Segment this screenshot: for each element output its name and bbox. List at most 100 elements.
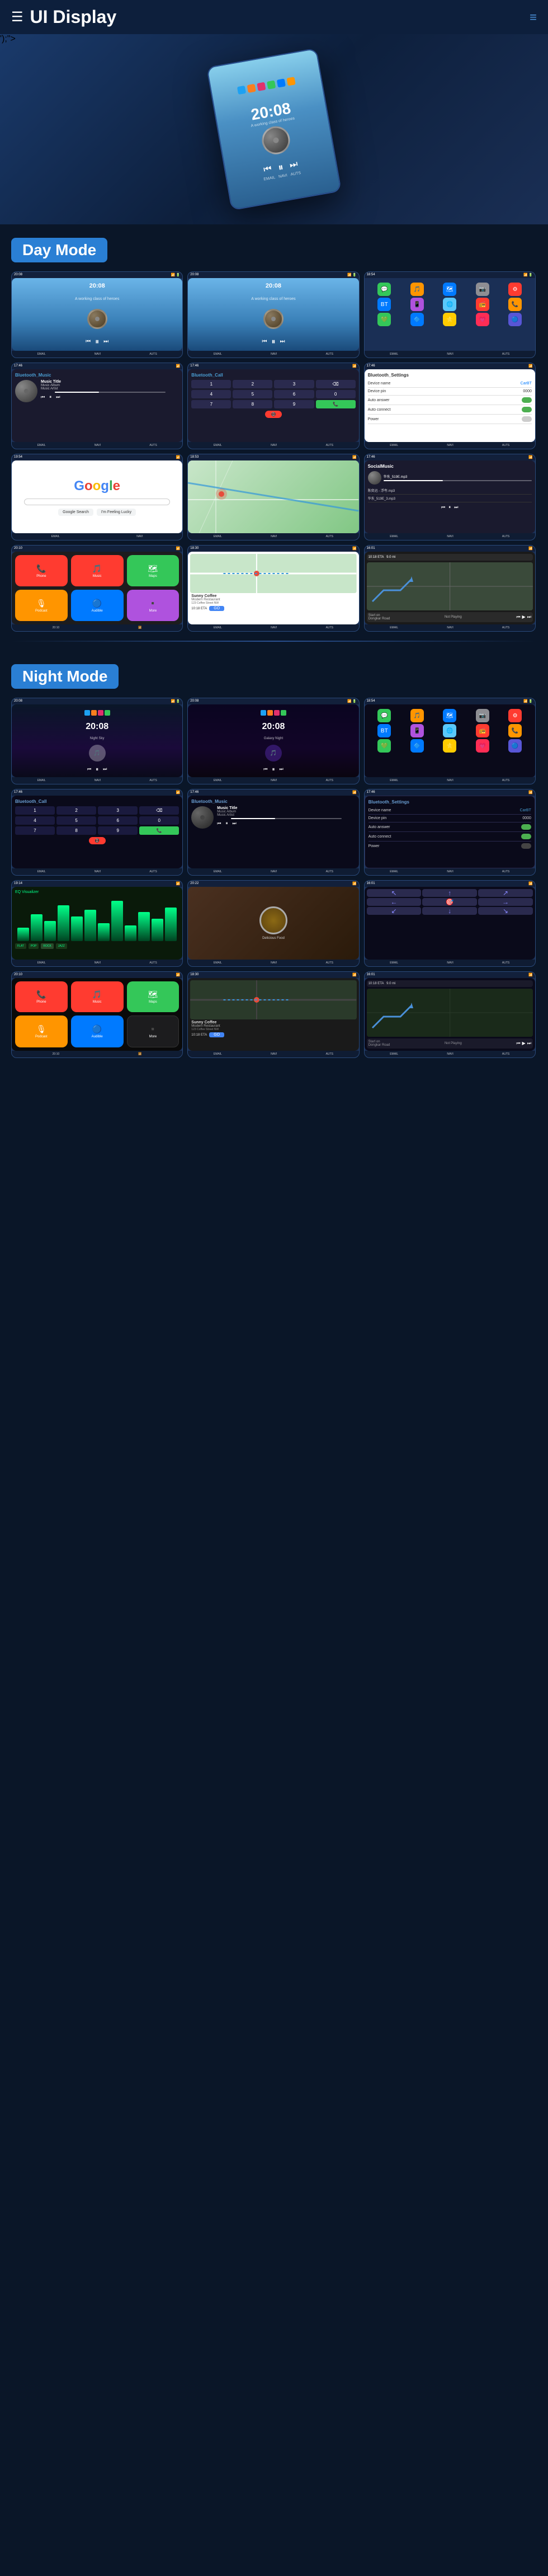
app-icon-photo[interactable]: 📷 [476,283,489,296]
night-carplay-phone[interactable]: 📞Phone [15,981,68,1012]
end-call-btn[interactable]: 📵 [265,411,282,418]
social-item2[interactable]: 华东_519E_3.mp3 [368,495,532,502]
app-icon-app2[interactable]: 🌐 [443,298,456,311]
app-icon-app9[interactable]: 🔵 [508,313,522,326]
carplay-podcast[interactable]: 🎙Podcast [15,590,68,621]
night-app-6[interactable]: BT [377,724,391,737]
prev-icon2[interactable]: ⏮ [262,339,267,345]
app-icon-app5[interactable]: 💚 [377,313,391,326]
key-3[interactable]: 3 [274,380,314,388]
app-icon-app7[interactable]: ⭐ [443,313,456,326]
app-icon-settings[interactable]: ⚙ [508,283,522,296]
carplay-more[interactable]: ▪️More [127,590,179,621]
auto-answer-toggle[interactable] [522,397,532,403]
night-nav-play[interactable]: ▶ [522,1041,526,1046]
app-icon-bt[interactable]: BT [377,298,391,311]
night-key-6[interactable]: 6 [98,816,138,825]
nav-arrow-down-right[interactable]: ↘ [478,907,533,915]
night-key-del[interactable]: ⌫ [139,806,179,815]
night-carplay-podcast[interactable]: 🎙Podcast [15,1016,68,1047]
nav-arrow-up[interactable]: ↑ [422,889,477,897]
bt-play-btn[interactable]: ⏸ [49,394,51,400]
night-app-7[interactable]: 📱 [410,724,424,737]
night-carplay-more[interactable]: ▪️More [127,1016,179,1047]
night-play1[interactable]: ⏸ [96,767,98,773]
night-app-1[interactable]: 💬 [377,709,391,722]
carplay-apple[interactable]: 🔵Audible [71,590,124,621]
google-feeling-btn[interactable]: I'm Feeling Lucky [97,509,136,516]
night-key-1[interactable]: 1 [15,806,55,815]
key-1[interactable]: 1 [191,380,231,388]
app-icon-app3[interactable]: 📻 [476,298,489,311]
carplay-maps[interactable]: 🗺Maps [127,555,179,586]
night-app-10[interactable]: 📞 [508,724,522,737]
night-prev1[interactable]: ⏮ [87,767,91,773]
next-icon1[interactable]: ⏭ [103,339,108,345]
power-toggle[interactable] [522,416,532,422]
key-0[interactable]: 0 [316,390,356,398]
night-next2[interactable]: ⏭ [279,767,283,773]
play-btn[interactable]: ⏸ [277,161,285,173]
app-icon-app6[interactable]: 🔷 [410,313,424,326]
key-8[interactable]: 8 [233,400,272,408]
nav-play[interactable]: ▶ [522,614,526,620]
key-2[interactable]: 2 [233,380,272,388]
night-nav-next[interactable]: ⏭ [527,1041,531,1046]
night-bt-play[interactable]: ⏸ [226,821,228,826]
play-icon1[interactable]: ⏸ [95,337,99,346]
night-bt-prev[interactable]: ⏮ [217,821,221,826]
night-key-9[interactable]: 9 [98,826,138,835]
night-end-call-btn[interactable]: 📵 [89,837,106,844]
nav-arrow-center[interactable]: 🎯 [422,898,477,906]
key-del[interactable]: ⌫ [316,380,356,388]
night-bt-next[interactable]: ⏭ [233,821,237,826]
play-icon2[interactable]: ⏸ [271,337,275,346]
eq-preset-flat[interactable]: FLAT [15,943,26,949]
next-btn[interactable]: ⏭ [289,159,299,171]
auto-connect-toggle[interactable] [522,407,532,412]
nav-prev[interactable]: ⏮ [516,614,520,620]
bt-prev-btn[interactable]: ⏮ [41,394,45,400]
carplay-music[interactable]: 🎵Music [71,555,124,586]
key-4[interactable]: 4 [191,390,231,398]
app-icon-app8[interactable]: 💗 [476,313,489,326]
night-key-3[interactable]: 3 [98,806,138,815]
night-prev2[interactable]: ⏮ [263,767,267,773]
night-go-button[interactable]: GO [209,1032,224,1037]
night-app-11[interactable]: 💚 [377,739,391,753]
night-carplay-music[interactable]: 🎵Music [71,981,124,1012]
nav-arrow-up-right[interactable]: ↗ [478,889,533,897]
night-key-5[interactable]: 5 [56,816,96,825]
key-6[interactable]: 6 [274,390,314,398]
nav-arrow-down[interactable]: ↓ [422,907,477,915]
night-app-2[interactable]: 🎵 [410,709,424,722]
night-key-0[interactable]: 0 [139,816,179,825]
social-item1[interactable]: 陈奕迅 - 浮夸.mp3 [368,487,532,495]
nav-arrow-left[interactable]: ← [367,898,422,906]
nav-next[interactable]: ⏭ [527,614,531,620]
night-app-15[interactable]: 🔵 [508,739,522,753]
night-nav-prev[interactable]: ⏮ [516,1041,520,1046]
night-key-4[interactable]: 4 [15,816,55,825]
social-next[interactable]: ⏭ [454,505,458,510]
social-play[interactable]: ⏸ [448,505,451,510]
next-icon2[interactable]: ⏭ [280,339,285,345]
social-prev[interactable]: ⏮ [441,505,445,510]
night-app-13[interactable]: ⭐ [443,739,456,753]
night-app-5[interactable]: ⚙ [508,709,522,722]
app-icon-app1[interactable]: 📱 [410,298,424,311]
night-answer-toggle[interactable] [521,824,531,830]
night-carplay-maps[interactable]: 🗺Maps [127,981,179,1012]
night-app-8[interactable]: 🌐 [443,724,456,737]
google-search-bar[interactable] [24,499,169,505]
eq-preset-jazz[interactable]: JAZZ [56,943,67,949]
night-app-12[interactable]: 🔷 [410,739,424,753]
eq-preset-rock[interactable]: ROCK [41,943,53,949]
night-connect-toggle[interactable] [521,834,531,839]
night-next1[interactable]: ⏭ [103,767,107,773]
night-carplay-audible[interactable]: 🔵Audible [71,1016,124,1047]
prev-btn[interactable]: ⏮ [263,164,272,175]
google-search-btn[interactable]: Google Search [58,509,93,516]
night-call-btn[interactable]: 📞 [139,826,179,835]
app-icon-app4[interactable]: 📞 [508,298,522,311]
